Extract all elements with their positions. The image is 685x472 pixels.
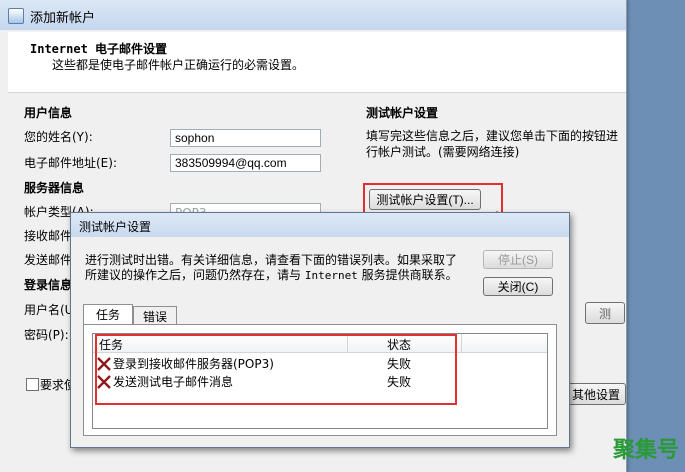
dialog-message: 进行测试时出错。有关详细信息，请查看下面的错误列表。如果采取了 所建议的操作之后… — [85, 253, 475, 283]
dialog-message-line1: 进行测试时出错。有关详细信息，请查看下面的错误列表。如果采取了 — [85, 253, 458, 267]
watermark-logo: 聚集号 — [612, 438, 679, 463]
close-button[interactable]: 关闭(C) — [483, 277, 553, 296]
tab-tasks[interactable]: 任务 — [83, 304, 133, 326]
test-account-dialog: 测试帐户设置 进行测试时出错。有关详细信息，请查看下面的错误列表。如果采取了 所… — [70, 212, 570, 448]
dialog-message-line2: 所建议的操作之后，问题仍然存在，请与 Internet 服务提供商联系。 — [85, 268, 458, 282]
dialog-titlebar: 测试帐户设置 — [71, 213, 569, 237]
dialog-title: 测试帐户设置 — [79, 220, 152, 234]
tab-errors[interactable]: 错误 — [133, 306, 177, 326]
stop-button[interactable]: 停止(S) — [483, 250, 553, 269]
annotation-highlight-task-list — [95, 334, 457, 405]
column-separator — [461, 334, 462, 352]
